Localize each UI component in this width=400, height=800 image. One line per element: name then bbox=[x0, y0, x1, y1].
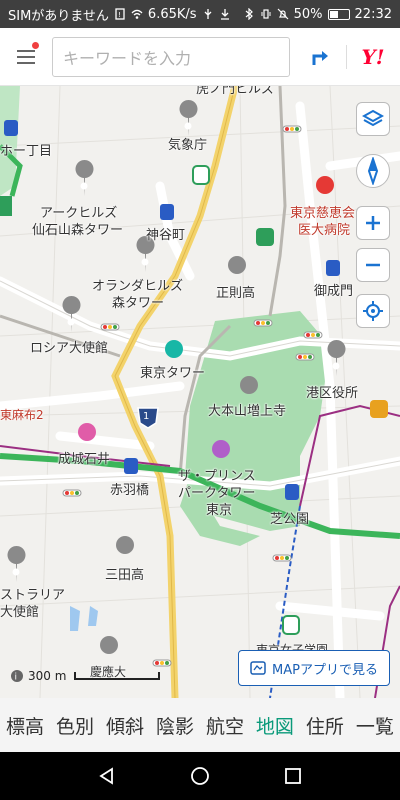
clock: 22:32 bbox=[354, 6, 392, 22]
map-label: 大本山増上寺 bbox=[208, 404, 287, 419]
layer-tab-bar: 標高 色別 傾斜 陰影 航空 地図 住所 一覧 bbox=[0, 698, 400, 752]
map-label: 三田高 bbox=[105, 568, 145, 583]
usb-icon bbox=[204, 9, 212, 19]
map-label: オランダヒルズ bbox=[92, 279, 184, 294]
battery-icon bbox=[327, 8, 350, 20]
home-button[interactable] bbox=[180, 756, 220, 796]
back-button[interactable] bbox=[87, 756, 127, 796]
menu-button[interactable] bbox=[0, 28, 52, 86]
minus-icon bbox=[366, 263, 380, 267]
wifi-icon bbox=[131, 9, 143, 19]
vibrate-icon bbox=[261, 9, 271, 19]
zoom-out-button[interactable] bbox=[356, 248, 390, 282]
map-label: 虎ノ門ヒルズ bbox=[196, 86, 275, 97]
map-view[interactable]: 虎ノ門ヒルズ ホー丁目 気象庁 アークヒルズ 仙石山森タワー 神谷町 東京慈恵会… bbox=[0, 86, 400, 698]
attribution-icon[interactable]: i bbox=[10, 669, 24, 683]
current-location-button[interactable] bbox=[356, 294, 390, 328]
map-label: 成城石井 bbox=[58, 452, 111, 467]
top-bar: キーワードを入力 Y! bbox=[0, 28, 400, 86]
map-label: 東京 bbox=[206, 503, 233, 518]
route-button[interactable] bbox=[294, 28, 346, 86]
open-map-app-button[interactable]: MAPアプリで見る bbox=[238, 650, 390, 686]
map-label: 仙石山森タワー bbox=[32, 223, 124, 238]
layer-tab[interactable]: 航空 bbox=[204, 712, 246, 739]
map-label: 正則高 bbox=[216, 286, 256, 301]
yahoo-logo[interactable]: Y! bbox=[347, 28, 399, 86]
search-input[interactable]: キーワードを入力 bbox=[52, 36, 290, 77]
route-arrow-icon bbox=[312, 50, 328, 65]
layer-tab[interactable]: 一覧 bbox=[354, 712, 396, 739]
mute-icon bbox=[277, 8, 289, 20]
map-label: 神谷町 bbox=[146, 228, 186, 243]
map-app-icon bbox=[250, 661, 266, 675]
svg-text:!: ! bbox=[118, 11, 121, 19]
plus-icon bbox=[366, 216, 380, 230]
open-map-app-label: MAPアプリで見る bbox=[272, 662, 378, 678]
map-label: パークタワー bbox=[178, 486, 256, 501]
back-icon bbox=[98, 767, 113, 785]
home-icon bbox=[191, 767, 209, 785]
battery-percent: 50% bbox=[293, 6, 323, 22]
map-label: アークヒルズ bbox=[40, 206, 118, 221]
hamburger-icon bbox=[17, 49, 35, 64]
map-label: ザ・プリンス bbox=[178, 469, 256, 484]
search-placeholder: キーワードを入力 bbox=[63, 48, 192, 68]
map-label: ホー丁目 bbox=[0, 144, 53, 159]
download-icon bbox=[220, 9, 229, 20]
zoom-in-button[interactable] bbox=[356, 206, 390, 240]
map-label: 赤羽橋 bbox=[110, 483, 150, 498]
map-label: 芝公園 bbox=[270, 512, 310, 527]
system-nav-bar bbox=[0, 752, 400, 800]
network-speed: 6.65K/s bbox=[147, 6, 197, 22]
layer-tab[interactable]: 陰影 bbox=[154, 712, 196, 739]
svg-text:i: i bbox=[15, 673, 18, 683]
map-label: 東京タワー bbox=[140, 366, 206, 381]
bluetooth-icon bbox=[245, 8, 253, 20]
scale-line bbox=[74, 672, 161, 680]
map-label: 東麻布2 bbox=[0, 408, 44, 422]
sim-icon: ! bbox=[115, 8, 125, 20]
layer-tab[interactable]: 住所 bbox=[304, 712, 346, 739]
map-label: 気象庁 bbox=[168, 138, 208, 153]
crosshair-icon bbox=[363, 301, 383, 321]
map-label: 森タワー bbox=[112, 296, 165, 311]
layers-button[interactable] bbox=[356, 102, 390, 136]
layer-tab[interactable]: 傾斜 bbox=[104, 712, 146, 739]
map-label: 港区役所 bbox=[306, 386, 359, 401]
recents-button[interactable] bbox=[273, 756, 313, 796]
layer-tab[interactable]: 地図 bbox=[254, 712, 296, 739]
scale-label: 300 m bbox=[28, 669, 67, 683]
map-label: 東京慈恵会 bbox=[290, 206, 356, 221]
layer-tab[interactable]: 色別 bbox=[54, 712, 96, 739]
map-label: 大使館 bbox=[0, 605, 40, 620]
recents-icon bbox=[285, 768, 302, 784]
scale-bar: i 300 m bbox=[10, 669, 161, 683]
carrier-text: SIMがありません bbox=[8, 8, 109, 24]
map-label: 御成門 bbox=[314, 284, 354, 299]
compass-icon bbox=[367, 157, 379, 185]
layers-icon bbox=[362, 109, 384, 127]
notification-dot bbox=[32, 41, 39, 49]
status-bar: SIMがありません ! 6.65K/s 50% 22:32 bbox=[0, 0, 400, 28]
map-label: ストラリア bbox=[0, 588, 66, 603]
route-number: 1 bbox=[143, 411, 150, 422]
compass-button[interactable] bbox=[356, 154, 390, 188]
layer-tab[interactable]: 標高 bbox=[4, 712, 46, 739]
map-label: 医大病院 bbox=[298, 223, 351, 238]
map-label: ロシア大使館 bbox=[30, 341, 109, 356]
